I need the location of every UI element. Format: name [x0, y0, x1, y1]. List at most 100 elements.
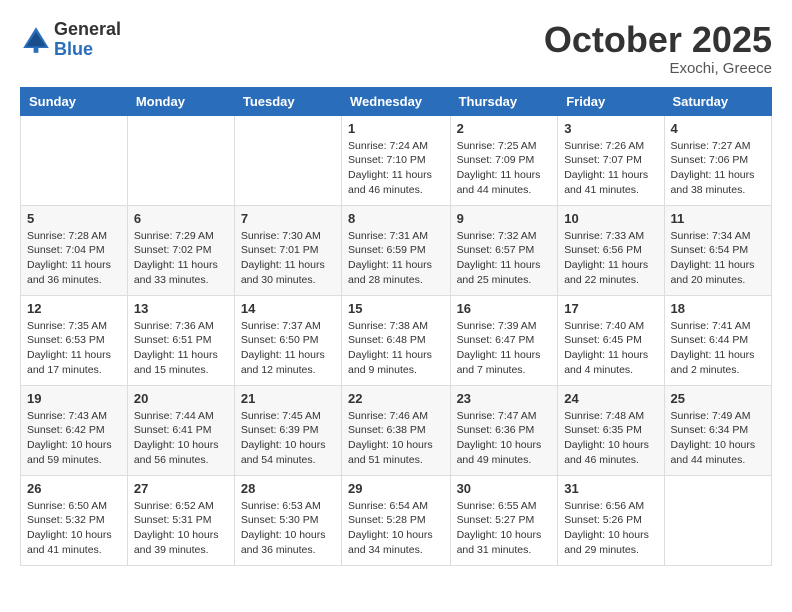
calendar-day-cell: 3Sunrise: 7:26 AM Sunset: 7:07 PM Daylig… — [558, 115, 664, 205]
calendar-day-cell: 31Sunrise: 6:56 AM Sunset: 5:26 PM Dayli… — [558, 475, 664, 565]
calendar-day-cell: 20 Sunrise: 7:44 AM Sunset: 6:41 PM Dayli… — [127, 385, 234, 475]
day-info: Sunrise: 7:39 AM Sunset: 6:47 PM Dayligh… — [457, 319, 552, 378]
day-info: Sunrise: 7:33 AM Sunset: 6:56 PM Dayligh… — [564, 229, 657, 288]
page-header: General Blue October 2025 Exochi, Greece — [20, 20, 772, 77]
day-info: Sunrise: 7:40 AM Sunset: 6:45 PM Dayligh… — [564, 319, 657, 378]
calendar-week-row: 26 Sunrise: 6:50 AM Sunset: 5:32 PM Dayli… — [21, 475, 772, 565]
calendar-header-wednesday: Wednesday — [342, 87, 451, 115]
logo-icon — [20, 24, 52, 56]
day-number: 14 — [241, 301, 335, 316]
day-info: Sunrise: 7:41 AM Sunset: 6:44 PM Dayligh… — [671, 319, 765, 378]
day-number: 13 — [134, 301, 228, 316]
logo-blue-text: Blue — [54, 40, 121, 60]
day-info: Sunrise: 7:43 AM Sunset: 6:42 PM Dayligh… — [27, 409, 121, 468]
day-info: Sunrise: 6:53 AM Sunset: 5:30 PM Dayligh… — [241, 499, 335, 558]
calendar-day-cell: 18 Sunrise: 7:41 AM Sunset: 6:44 PM Dayli… — [664, 295, 771, 385]
day-info: Sunrise: 7:28 AM Sunset: 7:04 PM Dayligh… — [27, 229, 121, 288]
calendar-day-cell: 19 Sunrise: 7:43 AM Sunset: 6:42 PM Dayli… — [21, 385, 128, 475]
day-number: 28 — [241, 481, 335, 496]
calendar-day-cell: 7 Sunrise: 7:30 AM Sunset: 7:01 PM Daylig… — [234, 205, 341, 295]
day-info: Sunrise: 7:47 AM Sunset: 6:36 PM Dayligh… — [457, 409, 552, 468]
day-number: 4 — [671, 121, 765, 136]
day-number: 3 — [564, 121, 657, 136]
calendar-day-cell — [664, 475, 771, 565]
calendar-body: 1 Sunrise: 7:24 AM Sunset: 7:10 PM Daylig… — [21, 115, 772, 565]
day-number: 30 — [457, 481, 552, 496]
day-number: 31 — [564, 481, 657, 496]
day-number: 11 — [671, 211, 765, 226]
day-info: Sunrise: 7:29 AM Sunset: 7:02 PM Dayligh… — [134, 229, 228, 288]
day-info: Sunrise: 7:32 AM Sunset: 6:57 PM Dayligh… — [457, 229, 552, 288]
calendar-header-tuesday: Tuesday — [234, 87, 341, 115]
day-info: Sunrise: 7:30 AM Sunset: 7:01 PM Dayligh… — [241, 229, 335, 288]
title-block: October 2025 Exochi, Greece — [544, 20, 772, 77]
day-number: 17 — [564, 301, 657, 316]
day-info: Sunrise: 7:45 AM Sunset: 6:39 PM Dayligh… — [241, 409, 335, 468]
day-number: 23 — [457, 391, 552, 406]
day-number: 21 — [241, 391, 335, 406]
day-number: 15 — [348, 301, 444, 316]
day-number: 20 — [134, 391, 228, 406]
day-number: 2 — [457, 121, 552, 136]
day-info: Sunrise: 7:34 AM Sunset: 6:54 PM Dayligh… — [671, 229, 765, 288]
calendar-header-friday: Friday — [558, 87, 664, 115]
day-info: Sunrise: 7:37 AM Sunset: 6:50 PM Dayligh… — [241, 319, 335, 378]
calendar-day-cell — [234, 115, 341, 205]
calendar-week-row: 12Sunrise: 7:35 AM Sunset: 6:53 PM Dayli… — [21, 295, 772, 385]
calendar-day-cell: 29Sunrise: 6:54 AM Sunset: 5:28 PM Dayli… — [342, 475, 451, 565]
calendar-day-cell: 23 Sunrise: 7:47 AM Sunset: 6:36 PM Dayli… — [450, 385, 558, 475]
calendar-day-cell: 26 Sunrise: 6:50 AM Sunset: 5:32 PM Dayli… — [21, 475, 128, 565]
calendar-header-thursday: Thursday — [450, 87, 558, 115]
calendar-day-cell: 13 Sunrise: 7:36 AM Sunset: 6:51 PM Dayli… — [127, 295, 234, 385]
day-number: 7 — [241, 211, 335, 226]
day-info: Sunrise: 7:44 AM Sunset: 6:41 PM Dayligh… — [134, 409, 228, 468]
day-number: 24 — [564, 391, 657, 406]
calendar-day-cell: 24 Sunrise: 7:48 AM Sunset: 6:35 PM Dayli… — [558, 385, 664, 475]
calendar-day-cell: 8Sunrise: 7:31 AM Sunset: 6:59 PM Daylig… — [342, 205, 451, 295]
calendar-day-cell — [21, 115, 128, 205]
location: Exochi, Greece — [544, 60, 772, 77]
day-number: 27 — [134, 481, 228, 496]
day-number: 16 — [457, 301, 552, 316]
calendar-day-cell: 15 Sunrise: 7:38 AM Sunset: 6:48 PM Dayli… — [342, 295, 451, 385]
calendar-day-cell: 11 Sunrise: 7:34 AM Sunset: 6:54 PM Dayli… — [664, 205, 771, 295]
day-number: 5 — [27, 211, 121, 226]
calendar-day-cell: 12Sunrise: 7:35 AM Sunset: 6:53 PM Dayli… — [21, 295, 128, 385]
calendar-header-sunday: Sunday — [21, 87, 128, 115]
calendar-table: SundayMondayTuesdayWednesdayThursdayFrid… — [20, 87, 772, 566]
day-number: 26 — [27, 481, 121, 496]
calendar-day-cell: 30 Sunrise: 6:55 AM Sunset: 5:27 PM Dayli… — [450, 475, 558, 565]
day-info: Sunrise: 7:49 AM Sunset: 6:34 PM Dayligh… — [671, 409, 765, 468]
calendar-header-row: SundayMondayTuesdayWednesdayThursdayFrid… — [21, 87, 772, 115]
day-info: Sunrise: 7:24 AM Sunset: 7:10 PM Dayligh… — [348, 139, 444, 198]
day-info: Sunrise: 6:50 AM Sunset: 5:32 PM Dayligh… — [27, 499, 121, 558]
day-number: 25 — [671, 391, 765, 406]
calendar-day-cell: 4 Sunrise: 7:27 AM Sunset: 7:06 PM Daylig… — [664, 115, 771, 205]
calendar-week-row: 19 Sunrise: 7:43 AM Sunset: 6:42 PM Dayli… — [21, 385, 772, 475]
day-info: Sunrise: 7:36 AM Sunset: 6:51 PM Dayligh… — [134, 319, 228, 378]
month-title: October 2025 — [544, 20, 772, 60]
calendar-day-cell: 25 Sunrise: 7:49 AM Sunset: 6:34 PM Dayli… — [664, 385, 771, 475]
calendar-day-cell: 14 Sunrise: 7:37 AM Sunset: 6:50 PM Dayli… — [234, 295, 341, 385]
day-info: Sunrise: 7:46 AM Sunset: 6:38 PM Dayligh… — [348, 409, 444, 468]
day-number: 19 — [27, 391, 121, 406]
calendar-week-row: 5 Sunrise: 7:28 AM Sunset: 7:04 PM Daylig… — [21, 205, 772, 295]
calendar-day-cell: 9 Sunrise: 7:32 AM Sunset: 6:57 PM Daylig… — [450, 205, 558, 295]
day-number: 1 — [348, 121, 444, 136]
day-info: Sunrise: 6:54 AM Sunset: 5:28 PM Dayligh… — [348, 499, 444, 558]
day-info: Sunrise: 6:55 AM Sunset: 5:27 PM Dayligh… — [457, 499, 552, 558]
day-info: Sunrise: 7:27 AM Sunset: 7:06 PM Dayligh… — [671, 139, 765, 198]
calendar-day-cell: 5 Sunrise: 7:28 AM Sunset: 7:04 PM Daylig… — [21, 205, 128, 295]
day-number: 8 — [348, 211, 444, 226]
day-info: Sunrise: 7:48 AM Sunset: 6:35 PM Dayligh… — [564, 409, 657, 468]
calendar-day-cell: 2Sunrise: 7:25 AM Sunset: 7:09 PM Daylig… — [450, 115, 558, 205]
day-number: 22 — [348, 391, 444, 406]
calendar-day-cell: 16 Sunrise: 7:39 AM Sunset: 6:47 PM Dayli… — [450, 295, 558, 385]
day-number: 18 — [671, 301, 765, 316]
calendar-day-cell: 28 Sunrise: 6:53 AM Sunset: 5:30 PM Dayli… — [234, 475, 341, 565]
day-number: 10 — [564, 211, 657, 226]
day-number: 9 — [457, 211, 552, 226]
calendar-header-saturday: Saturday — [664, 87, 771, 115]
logo-general-text: General — [54, 20, 121, 40]
day-info: Sunrise: 7:38 AM Sunset: 6:48 PM Dayligh… — [348, 319, 444, 378]
